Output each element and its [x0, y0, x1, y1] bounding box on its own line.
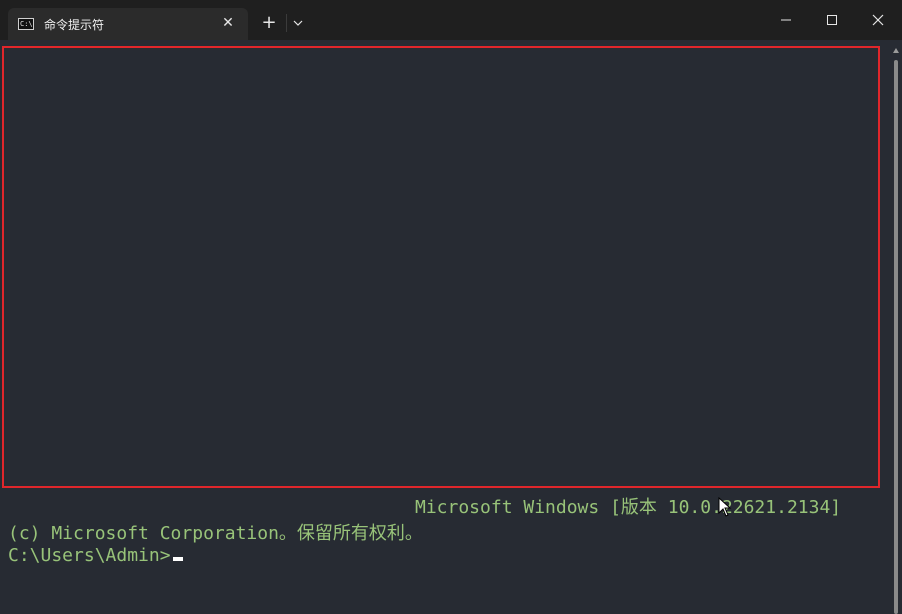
scroll-up-icon[interactable]	[893, 48, 899, 53]
terminal-prompt-line[interactable]: C:\Users\Admin>	[8, 545, 183, 566]
terminal-output-area[interactable]: Microsoft Windows [版本 10.0.22621.2134] (…	[0, 40, 902, 614]
text-cursor	[172, 557, 183, 561]
chevron-down-icon	[293, 20, 303, 26]
terminal-line-version: Microsoft Windows [版本 10.0.22621.2134]	[415, 497, 842, 518]
terminal-prompt: C:\Users\Admin>	[8, 545, 171, 566]
minimize-button[interactable]	[764, 0, 808, 40]
cmd-icon-text: C:\	[20, 20, 33, 28]
tab-divider	[286, 14, 287, 32]
mouse-pointer-icon	[718, 497, 732, 517]
tab-command-prompt[interactable]: C:\ 命令提示符 ✕	[8, 8, 248, 40]
terminal-line-copyright: (c) Microsoft Corporation。保留所有权利。	[8, 523, 423, 544]
highlight-box	[2, 46, 880, 488]
plus-icon: +	[261, 12, 277, 33]
maximize-button[interactable]	[810, 0, 854, 40]
scrollbar-thumb[interactable]	[894, 60, 898, 614]
cmd-icon: C:\	[18, 18, 34, 30]
tab-dropdown-button[interactable]	[290, 14, 306, 32]
new-tab-button[interactable]: +	[258, 12, 280, 34]
close-tab-icon: ✕	[222, 15, 234, 31]
close-tab-button[interactable]: ✕	[220, 15, 236, 31]
minimize-icon	[781, 19, 791, 21]
close-icon	[872, 14, 884, 26]
close-window-button[interactable]	[856, 0, 900, 40]
title-bar[interactable]: C:\ 命令提示符 ✕ +	[0, 0, 902, 40]
tab-title: 命令提示符	[44, 17, 105, 32]
maximize-icon	[827, 15, 837, 25]
terminal-window: C:\ 命令提示符 ✕ + Microsoft Windows [版本 10.0…	[0, 0, 902, 614]
scrollbar[interactable]	[893, 48, 899, 614]
